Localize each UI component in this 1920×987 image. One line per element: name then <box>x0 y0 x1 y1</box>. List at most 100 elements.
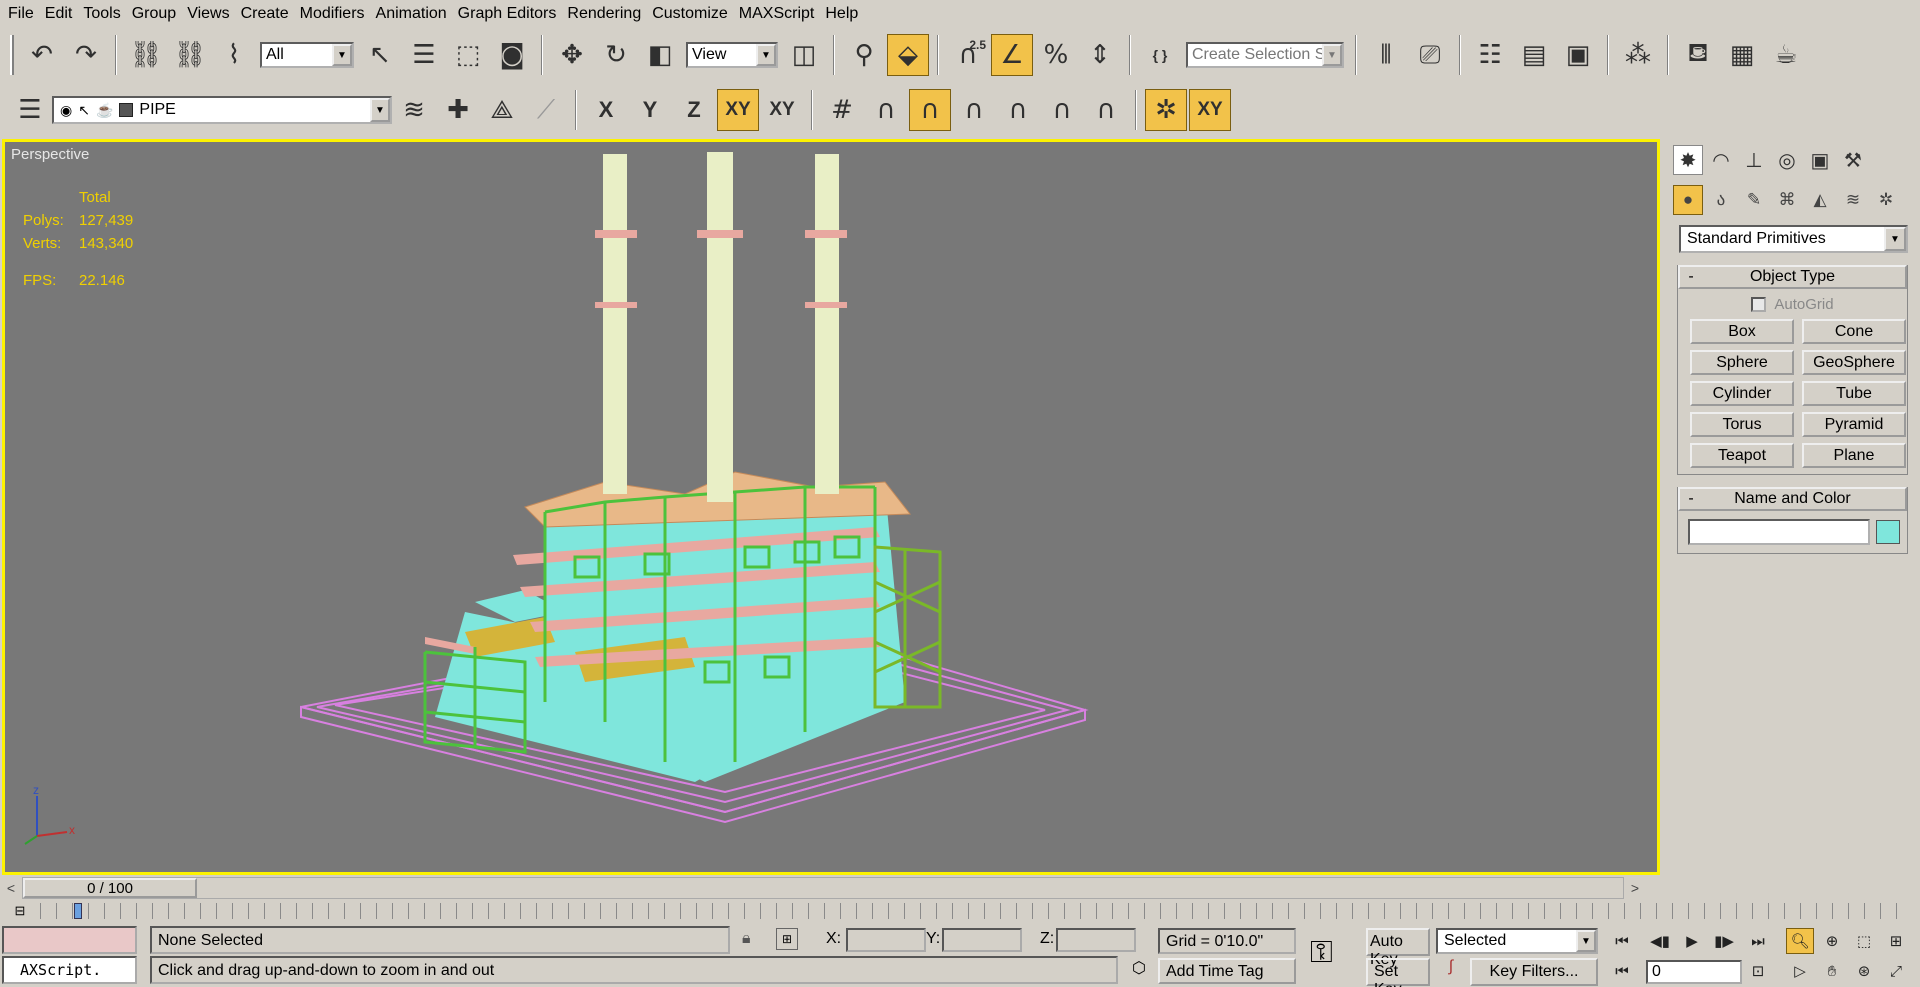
utilities-tab-icon[interactable]: ⚒ <box>1838 145 1868 175</box>
constrain-x-button[interactable]: X <box>585 89 627 131</box>
render-teapot-icon[interactable]: ☕ <box>96 102 113 119</box>
menu-create[interactable]: Create <box>239 0 298 28</box>
menu-views[interactable]: Views <box>185 0 238 28</box>
hierarchy-tab-icon[interactable]: ⊥ <box>1739 145 1769 175</box>
viewport-label[interactable]: Perspective <box>11 146 89 163</box>
pan-view-icon[interactable]: ✋︎ <box>1818 958 1846 984</box>
default-tangents-icon[interactable]: ∫ <box>1438 958 1464 984</box>
snap-grid-points-icon[interactable]: # <box>821 89 863 131</box>
time-slider-track[interactable]: 0 / 100 <box>22 877 1624 899</box>
autogrid-option[interactable]: AutoGrid <box>1678 291 1907 317</box>
play-icon[interactable]: ▶ <box>1678 928 1706 954</box>
lights-icon[interactable]: ✎ <box>1739 185 1769 215</box>
chevron-down-icon[interactable]: ▼ <box>1576 930 1596 952</box>
freeze-cursor-icon[interactable]: ↖ <box>78 102 90 119</box>
pyramid-button[interactable]: Pyramid <box>1802 412 1906 437</box>
toolbar-grip[interactable] <box>10 35 14 75</box>
go-to-end-icon[interactable]: ⏭ <box>1744 928 1772 954</box>
key-filters-button[interactable]: Key Filters... <box>1470 958 1598 986</box>
mini-curve-editor-icon[interactable]: ⊟ <box>0 903 40 919</box>
visibility-eye-icon[interactable]: ◉ <box>60 102 72 119</box>
track-bar-ticks[interactable] <box>40 903 1912 919</box>
key-mode-dropdown[interactable]: Selected ▼ <box>1436 928 1598 954</box>
constrain-xy-flyout-button[interactable]: XY <box>761 89 803 131</box>
teapot-button[interactable]: Teapot <box>1690 443 1794 468</box>
object-color-swatch[interactable] <box>1876 520 1900 544</box>
snap-to-frozen-xy-button[interactable]: XY <box>1189 89 1231 131</box>
zoom-all-icon[interactable]: ⊕ <box>1818 928 1846 954</box>
select-and-manipulate-icon[interactable]: ⚲ <box>843 34 885 76</box>
field-of-view-icon[interactable]: ▷ <box>1786 958 1814 984</box>
geometry-icon[interactable]: ● <box>1673 185 1703 215</box>
menu-modifiers[interactable]: Modifiers <box>298 0 374 28</box>
material-editor-icon[interactable]: ⁂ <box>1617 34 1659 76</box>
layer-stack-icon[interactable]: ☰ <box>9 89 51 131</box>
constrain-xy-button[interactable]: XY <box>717 89 759 131</box>
rendered-frame-window-icon[interactable]: ▦ <box>1721 34 1763 76</box>
select-and-rotate-icon[interactable]: ↻ <box>595 34 637 76</box>
schematic-view-icon[interactable]: ▣ <box>1557 34 1599 76</box>
menu-tools[interactable]: Tools <box>81 0 129 28</box>
geosphere-button[interactable]: GeoSphere <box>1802 350 1906 375</box>
spinner-snap-icon[interactable]: ⇕ <box>1079 34 1121 76</box>
menu-rendering[interactable]: Rendering <box>565 0 650 28</box>
reference-coordinate-dropdown[interactable]: View ▼ <box>686 42 778 68</box>
zoom-icon[interactable]: 🔍︎ <box>1786 928 1814 954</box>
mirror-icon[interactable]: ⫴ <box>1365 34 1407 76</box>
set-keys-key-icon[interactable]: ⚿ <box>1310 936 1333 970</box>
constrain-z-button[interactable]: Z <box>673 89 715 131</box>
cone-button[interactable]: Cone <box>1802 319 1906 344</box>
snaps-toggle-icon[interactable]: ∩ 2.5 <box>947 34 989 76</box>
menu-help[interactable]: Help <box>823 0 867 28</box>
chevron-down-icon[interactable]: ▼ <box>332 44 352 66</box>
curve-editor-icon[interactable]: ▤ <box>1513 34 1555 76</box>
percent-snap-icon[interactable]: % <box>1035 34 1077 76</box>
menu-graph-editors[interactable]: Graph Editors <box>456 0 566 28</box>
torus-button[interactable]: Torus <box>1690 412 1794 437</box>
unlink-selection-icon[interactable]: ⛓ <box>169 34 211 76</box>
shapes-icon[interactable]: ა <box>1706 185 1736 215</box>
modify-tab-icon[interactable]: ◠ <box>1706 145 1736 175</box>
constrain-y-button[interactable]: Y <box>629 89 671 131</box>
align-icon[interactable]: ⎚ <box>1409 34 1451 76</box>
display-tab-icon[interactable]: ▣ <box>1805 145 1835 175</box>
previous-frame-arrow-icon[interactable]: < <box>0 877 22 899</box>
go-to-start-icon[interactable]: ⏮ <box>1608 928 1636 954</box>
next-key-icon[interactable]: ▮▶ <box>1710 928 1738 954</box>
object-name-field[interactable] <box>1688 519 1870 545</box>
autogrid-checkbox[interactable] <box>1751 296 1767 312</box>
redo-icon[interactable]: ↷ <box>65 34 107 76</box>
snap-midpoint-icon[interactable]: ∩ <box>997 89 1039 131</box>
menu-group[interactable]: Group <box>130 0 185 28</box>
menu-maxscript[interactable]: MAXScript <box>737 0 824 28</box>
snap-vertex-icon[interactable]: ∩ <box>909 89 951 131</box>
selection-filter-dropdown[interactable]: All ▼ <box>260 42 354 68</box>
select-by-name-icon[interactable]: ☰ <box>403 34 445 76</box>
cameras-icon[interactable]: ⌘ <box>1772 185 1802 215</box>
snap-pivot-icon[interactable]: ∩ <box>865 89 907 131</box>
chevron-down-icon[interactable]: ▼ <box>1322 44 1342 66</box>
select-and-link-icon[interactable]: ⛓ <box>125 34 167 76</box>
snap-endpoint-icon[interactable]: ∩ <box>953 89 995 131</box>
undo-icon[interactable]: ↶ <box>21 34 63 76</box>
object-type-rollout-header[interactable]: - Object Type <box>1678 265 1907 289</box>
angle-snap-icon[interactable]: ∠ <box>991 34 1033 76</box>
orbit-icon[interactable]: ⊛ <box>1850 958 1878 984</box>
menu-file[interactable]: File <box>6 0 43 28</box>
render-setup-icon[interactable]: ⛾ <box>1677 34 1719 76</box>
quick-render-teapot-icon[interactable]: ☕ <box>1765 34 1807 76</box>
select-in-layer-icon[interactable]: ⟁ <box>481 89 523 131</box>
rectangular-selection-icon[interactable]: ⬚ <box>447 34 489 76</box>
time-tag-icon[interactable]: ⬡ <box>1126 958 1152 982</box>
absolute-mode-transform-icon[interactable]: ⊞ <box>776 928 798 950</box>
systems-icon[interactable]: ✲ <box>1871 185 1901 215</box>
add-time-tag-button[interactable]: Add Time Tag <box>1158 958 1296 984</box>
use-pivot-center-icon[interactable]: ◫ <box>783 34 825 76</box>
snap-options-icon[interactable]: ✲ <box>1145 89 1187 131</box>
helpers-icon[interactable]: ◭ <box>1805 185 1835 215</box>
create-new-layer-icon[interactable]: ≋ <box>393 89 435 131</box>
object-category-dropdown[interactable]: Standard Primitives ▼ <box>1679 225 1908 253</box>
tube-button[interactable]: Tube <box>1802 381 1906 406</box>
window-crossing-icon[interactable]: ◙ <box>491 34 533 76</box>
create-tab-icon[interactable]: ✸ <box>1673 145 1703 175</box>
